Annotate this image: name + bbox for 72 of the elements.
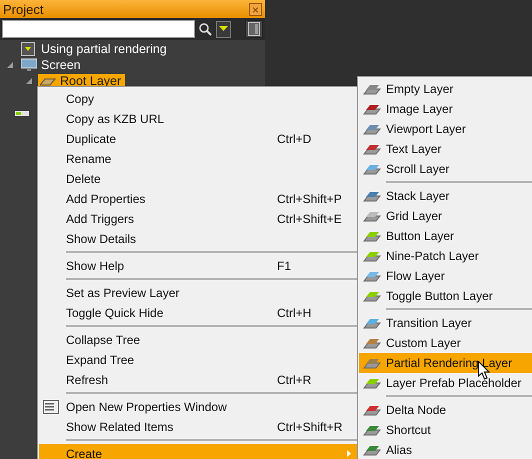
close-button[interactable]: × (249, 2, 262, 16)
shortcut-label: Ctrl+Shift+P (277, 192, 343, 206)
shortcut-label: Ctrl+D (277, 132, 312, 146)
dropdown-arrow-icon (219, 26, 228, 32)
menu-item[interactable]: Toggle Quick Hide Ctrl+H (39, 303, 357, 323)
layer-icon (363, 82, 381, 95)
menu-item[interactable]: Delta Node (359, 400, 532, 420)
options-button[interactable] (245, 20, 263, 38)
layer-icon (363, 443, 381, 456)
menu-item[interactable]: Empty Layer (359, 79, 532, 99)
tree-item[interactable]: Using partial rendering (19, 42, 171, 56)
layer-icon (363, 376, 381, 389)
layer-icon (363, 249, 381, 262)
layer-icon (363, 189, 381, 202)
layer-icon (363, 209, 381, 222)
shortcut-label: Ctrl+Shift+E (277, 212, 343, 226)
menu-item[interactable]: Button Layer (359, 226, 532, 246)
layer-icon (363, 289, 381, 302)
layer-icon (363, 423, 381, 436)
menu-item[interactable]: Delete (39, 169, 357, 189)
menu-item[interactable]: Image Layer (359, 99, 532, 119)
layer-icon (363, 316, 381, 329)
menu-item[interactable]: Transition Layer (359, 313, 532, 333)
menu-item[interactable]: Show Related Items Ctrl+Shift+R (39, 417, 357, 437)
menu-item[interactable]: Expand Tree (39, 350, 357, 370)
shortcut-label: F1 (277, 259, 292, 273)
menu-item[interactable]: Toggle Button Layer (359, 286, 532, 306)
menu-item[interactable]: Layer Prefab Placeholder (359, 373, 532, 393)
layer-icon (363, 403, 381, 416)
menu-item[interactable]: Partial Rendering Layer (359, 353, 532, 373)
menu-item[interactable]: Open New Properties Window (39, 397, 357, 417)
menu-item[interactable]: Copy (39, 89, 357, 109)
panel-title: Project (3, 2, 44, 16)
monitor-icon (21, 58, 37, 72)
menu-item[interactable]: Set as Preview Layer (39, 283, 357, 303)
tree-item[interactable]: Screen (19, 58, 85, 72)
shortcut-label: Ctrl+H (277, 306, 312, 320)
search-icon (198, 22, 214, 36)
menu-item[interactable]: Duplicate Ctrl+D (39, 129, 357, 149)
layer-icon (363, 356, 381, 369)
menu-item[interactable]: Grid Layer (359, 206, 532, 226)
dropdown-button[interactable] (216, 20, 232, 38)
layer-icon (363, 229, 381, 242)
shortcut-label: Ctrl+Shift+R (277, 420, 344, 434)
menu-item[interactable]: Copy as KZB URL (39, 109, 357, 129)
menu-item[interactable]: Show Details (39, 229, 357, 249)
menu-item[interactable]: Stack Layer (359, 186, 532, 206)
menu-item[interactable]: Custom Layer (359, 333, 532, 353)
menu-item[interactable]: Alias (359, 440, 532, 459)
shortcut-label: Ctrl+R (277, 373, 312, 387)
search-field[interactable] (2, 20, 196, 38)
menu-item[interactable]: Text Layer (359, 139, 532, 159)
menu-item[interactable]: Rename (39, 149, 357, 169)
layer-icon (363, 142, 381, 155)
menu-item[interactable]: Flow Layer (359, 266, 532, 286)
menu-item[interactable]: Collapse Tree (39, 330, 357, 350)
menu-item[interactable]: Refresh Ctrl+R (39, 370, 357, 390)
menu-item[interactable]: Viewport Layer (359, 119, 532, 139)
layer-icon (363, 269, 381, 282)
menu-item[interactable]: Create (39, 444, 357, 459)
menu-item[interactable]: Scroll Layer (359, 159, 532, 179)
menu-item[interactable]: Shortcut (359, 420, 532, 440)
menu-item[interactable]: Nine-Patch Layer (359, 246, 532, 266)
dropdown-icon (21, 42, 37, 56)
menu-item[interactable]: Show Help F1 (39, 256, 357, 276)
layer-icon (363, 122, 381, 135)
layer-icon (363, 336, 381, 349)
menu-item[interactable]: Add Properties Ctrl+Shift+P (39, 189, 357, 209)
menu-item[interactable]: Add Triggers Ctrl+Shift+E (39, 209, 357, 229)
tree-node-icon (15, 111, 29, 116)
layer-icon (363, 162, 381, 175)
layer-icon (363, 102, 381, 115)
